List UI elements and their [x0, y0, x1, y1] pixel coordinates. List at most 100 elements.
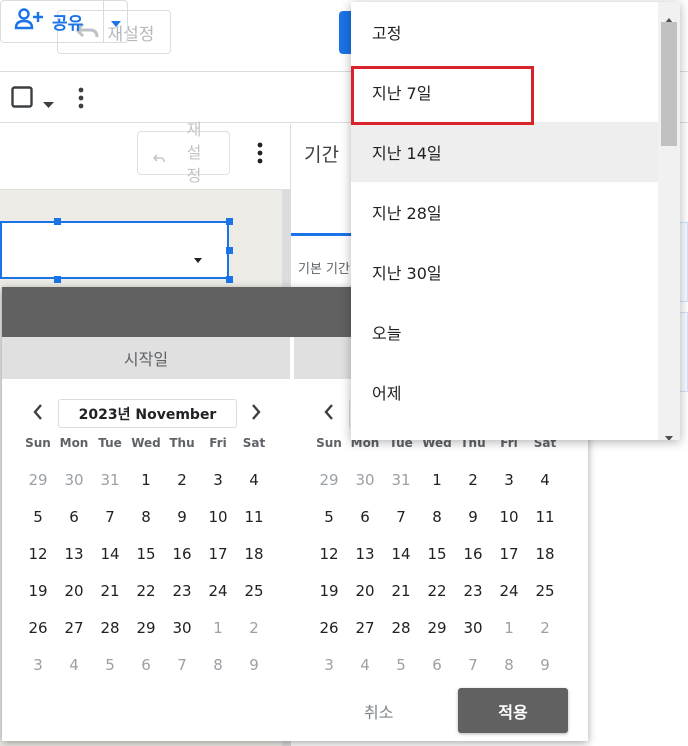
calendar-day[interactable]: 17 [200, 535, 236, 572]
calendar-day[interactable]: 3 [311, 646, 347, 683]
calendar-day[interactable]: 18 [236, 535, 272, 572]
calendar-day[interactable]: 27 [347, 609, 383, 646]
chevron-left-icon[interactable] [27, 401, 49, 423]
resize-handle[interactable] [54, 218, 61, 225]
calendar-day[interactable]: 24 [491, 572, 527, 609]
calendar-day[interactable]: 2 [527, 609, 563, 646]
more-vert-icon[interactable] [256, 142, 264, 168]
calendar-day[interactable]: 19 [311, 572, 347, 609]
calendar-day[interactable]: 7 [164, 646, 200, 683]
resize-handle[interactable] [226, 276, 233, 283]
calendar-day[interactable]: 4 [347, 646, 383, 683]
calendar-day[interactable]: 12 [20, 535, 56, 572]
calendar-day[interactable]: 9 [236, 646, 272, 683]
calendar-day[interactable]: 7 [455, 646, 491, 683]
calendar-day[interactable]: 13 [56, 535, 92, 572]
calendar-day[interactable]: 30 [164, 609, 200, 646]
calendar-day[interactable]: 17 [491, 535, 527, 572]
calendar-day[interactable]: 10 [200, 498, 236, 535]
chevron-down-icon[interactable] [43, 94, 54, 113]
calendar-day[interactable]: 1 [491, 609, 527, 646]
calendar-day[interactable]: 1 [419, 461, 455, 498]
checkbox-icon[interactable] [11, 86, 33, 112]
scroll-down-icon[interactable] [665, 426, 673, 440]
share-dropdown-button[interactable] [103, 0, 128, 43]
calendar-day[interactable]: 23 [455, 572, 491, 609]
resize-handle[interactable] [226, 247, 233, 254]
menu-item[interactable]: 지난 28일 [351, 182, 658, 242]
calendar-day[interactable]: 20 [347, 572, 383, 609]
calendar-day[interactable]: 9 [455, 498, 491, 535]
calendar-day[interactable]: 27 [56, 609, 92, 646]
apply-button[interactable]: 적용 [458, 688, 568, 733]
calendar-day[interactable]: 29 [311, 461, 347, 498]
calendar-day[interactable]: 4 [527, 461, 563, 498]
calendar-day[interactable]: 28 [383, 609, 419, 646]
calendar-day[interactable]: 6 [128, 646, 164, 683]
calendar-day[interactable]: 15 [419, 535, 455, 572]
calendar-day[interactable]: 2 [236, 609, 272, 646]
calendar-day[interactable]: 15 [128, 535, 164, 572]
resize-handle[interactable] [226, 218, 233, 225]
calendar-day[interactable]: 29 [128, 609, 164, 646]
calendar-day[interactable]: 14 [92, 535, 128, 572]
calendar-day[interactable]: 1 [128, 461, 164, 498]
date-range-control[interactable] [0, 221, 229, 279]
calendar-day[interactable]: 7 [383, 498, 419, 535]
calendar-day[interactable]: 11 [236, 498, 272, 535]
calendar-day[interactable]: 10 [491, 498, 527, 535]
calendar-day[interactable]: 5 [92, 646, 128, 683]
calendar-day[interactable]: 3 [491, 461, 527, 498]
more-vert-icon[interactable] [77, 87, 85, 113]
calendar-day[interactable]: 24 [200, 572, 236, 609]
calendar-day[interactable]: 30 [455, 609, 491, 646]
calendar-day[interactable]: 2 [164, 461, 200, 498]
calendar-day[interactable]: 9 [164, 498, 200, 535]
calendar-day[interactable]: 6 [419, 646, 455, 683]
calendar-day[interactable]: 28 [92, 609, 128, 646]
calendar-day[interactable]: 8 [491, 646, 527, 683]
calendar-day[interactable]: 29 [419, 609, 455, 646]
calendar-day[interactable]: 21 [383, 572, 419, 609]
chevron-left-icon[interactable] [318, 401, 340, 423]
resize-handle[interactable] [54, 276, 61, 283]
calendar-day[interactable]: 4 [236, 461, 272, 498]
calendar-day[interactable]: 6 [347, 498, 383, 535]
calendar-day[interactable]: 29 [20, 461, 56, 498]
calendar-day[interactable]: 8 [128, 498, 164, 535]
calendar-day[interactable]: 8 [419, 498, 455, 535]
calendar-day[interactable]: 5 [383, 646, 419, 683]
cancel-button[interactable]: 취소 [364, 699, 393, 723]
calendar-day[interactable]: 3 [200, 461, 236, 498]
calendar-day[interactable]: 6 [56, 498, 92, 535]
menu-item[interactable]: 고정 [351, 2, 658, 62]
calendar-day[interactable]: 3 [20, 646, 56, 683]
chevron-right-icon[interactable] [245, 401, 267, 423]
calendar-day[interactable]: 31 [383, 461, 419, 498]
calendar-day[interactable]: 7 [92, 498, 128, 535]
calendar-day[interactable]: 16 [455, 535, 491, 572]
calendar-day[interactable]: 22 [128, 572, 164, 609]
menu-item[interactable]: 지난 14일 [351, 122, 658, 182]
calendar-day[interactable]: 4 [56, 646, 92, 683]
month-selector[interactable]: 2023년 November [58, 399, 237, 428]
menu-item[interactable]: 오늘 [351, 302, 658, 362]
calendar-day[interactable]: 20 [56, 572, 92, 609]
calendar-day[interactable]: 26 [20, 609, 56, 646]
calendar-day[interactable]: 21 [92, 572, 128, 609]
calendar-day[interactable]: 22 [419, 572, 455, 609]
calendar-day[interactable]: 8 [200, 646, 236, 683]
share-button[interactable]: 공유 [0, 0, 104, 43]
calendar-day[interactable]: 5 [20, 498, 56, 535]
menu-item[interactable]: 어제 [351, 362, 658, 422]
calendar-day[interactable]: 13 [347, 535, 383, 572]
calendar-day[interactable]: 12 [311, 535, 347, 572]
calendar-day[interactable]: 31 [92, 461, 128, 498]
calendar-day[interactable]: 11 [527, 498, 563, 535]
calendar-day[interactable]: 30 [347, 461, 383, 498]
calendar-day[interactable]: 18 [527, 535, 563, 572]
calendar-day[interactable]: 23 [164, 572, 200, 609]
calendar-day[interactable]: 16 [164, 535, 200, 572]
calendar-day[interactable]: 9 [527, 646, 563, 683]
calendar-day[interactable]: 19 [20, 572, 56, 609]
